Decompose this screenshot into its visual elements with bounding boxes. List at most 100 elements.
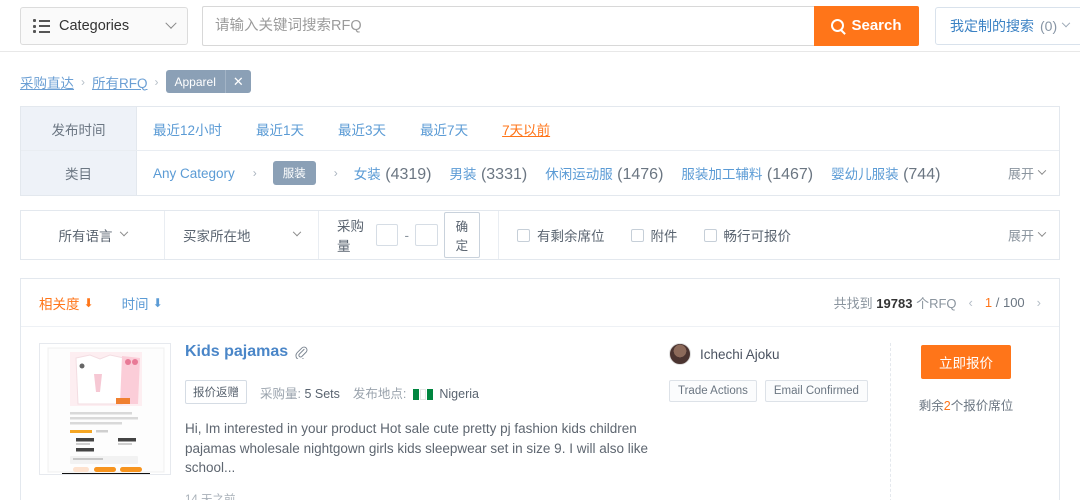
checkbox-box[interactable]	[703, 228, 717, 242]
breadcrumb-item-home[interactable]: 采购直达	[20, 72, 74, 92]
category-item-mens[interactable]: 男装 (3331)	[450, 163, 528, 184]
rfq-origin-value: Nigeria	[439, 386, 479, 401]
category-item-label[interactable]: 女装	[354, 167, 381, 182]
category-item-label[interactable]: 服装加工辅料	[681, 167, 762, 182]
controls-expand-label: 展开	[1007, 228, 1034, 244]
checkbox-box[interactable]	[630, 228, 644, 242]
avatar	[669, 343, 691, 365]
time-option-7d[interactable]: 最近7天	[420, 119, 468, 139]
pagination-prev-button[interactable]: ‹	[969, 295, 973, 310]
chevron-down-icon	[292, 227, 302, 237]
categories-dropdown-button[interactable]: Categories	[20, 6, 188, 45]
language-dropdown[interactable]: 所有语言	[21, 211, 165, 259]
category-item-sportswear[interactable]: 休闲运动服 (1476)	[545, 163, 663, 184]
rfq-details: Kids pajamas 报价返赠 采购量: 5 Sets 发布地点: Nige…	[171, 343, 669, 500]
filter-label-publish-time: 发布时间	[21, 107, 137, 150]
sort-time[interactable]: 时间 ⬇	[122, 293, 163, 313]
sort-relevance[interactable]: 相关度 ⬇	[39, 293, 94, 313]
chevron-down-icon	[1037, 227, 1047, 237]
filter-panel: 发布时间 最近12小时 最近1天 最近3天 最近7天 7天以前 类目 Any C…	[20, 106, 1060, 196]
rfq-quantity-value: 5 Sets	[304, 386, 340, 401]
pagination-next-button[interactable]: ›	[1037, 295, 1041, 310]
custom-search-count: (0)	[1040, 17, 1058, 34]
checkbox-filters: 有剩余席位 附件 畅行可报价	[499, 211, 809, 259]
checkbox-quotable[interactable]: 畅行可报价	[703, 225, 791, 245]
time-option-1d[interactable]: 最近1天	[256, 119, 304, 139]
category-item-label[interactable]: 休闲运动服	[545, 167, 613, 182]
quantity-max-input[interactable]	[414, 224, 438, 246]
time-option-3d[interactable]: 最近3天	[338, 119, 386, 139]
quantity-confirm-button[interactable]: 确定	[443, 212, 480, 258]
category-item-label[interactable]: 男装	[450, 167, 477, 182]
close-icon[interactable]: ✕	[224, 70, 251, 93]
sort-relevance-label: 相关度	[39, 296, 80, 312]
breadcrumb-item-all-rfq[interactable]: 所有RFQ	[92, 72, 148, 92]
category-item-count: (1476)	[617, 165, 664, 183]
paperclip-icon	[295, 346, 308, 359]
publish-time-options: 最近12小时 最近1天 最近3天 最近7天 7天以前	[153, 119, 584, 139]
rfq-posted-ago: 14 天之前	[185, 493, 236, 500]
category-any[interactable]: Any Category	[153, 166, 235, 181]
time-option-12h[interactable]: 最近12小时	[153, 119, 222, 139]
buyer-badges: Trade Actions Email Confirmed	[669, 380, 878, 402]
buyer-info: Ichechi Ajoku Trade Actions Email Confir…	[669, 343, 891, 500]
time-option-older[interactable]: 7天以前	[502, 119, 550, 139]
checkbox-label: 附件	[650, 229, 678, 244]
slots-suffix: 个报价席位	[950, 399, 1014, 413]
purchase-quantity-filter: 采购量 - 确定	[319, 211, 499, 259]
category-item-accessories[interactable]: 服装加工辅料 (1467)	[681, 163, 813, 184]
category-options: Any Category › 服装 › 女装 (4319) 男装 (3331) …	[153, 161, 958, 185]
rfq-result-card: Kids pajamas 报价返赠 采购量: 5 Sets 发布地点: Nige…	[21, 327, 1059, 500]
breadcrumb-filter-tag: Apparel ✕	[165, 70, 251, 93]
checkbox-box[interactable]	[517, 228, 530, 242]
custom-search-label: 我定制的搜索	[950, 17, 1034, 34]
quantity-min-input[interactable]	[375, 224, 399, 246]
quote-now-button[interactable]: 立即报价	[921, 345, 1011, 379]
found-prefix: 共找到	[833, 296, 873, 311]
arrow-down-icon: ⬇	[83, 295, 94, 310]
nigeria-flag-icon	[412, 388, 433, 400]
category-selected-chip[interactable]: 服装	[272, 161, 316, 185]
controls-expand-button[interactable]: 展开	[1007, 226, 1047, 245]
sort-time-label: 时间	[121, 296, 149, 312]
rfq-thumbnail[interactable]	[39, 343, 171, 475]
chevron-down-icon	[1061, 18, 1071, 27]
category-expand-label: 展开	[1007, 166, 1034, 182]
checkbox-remaining-slots[interactable]: 有剩余席位	[517, 225, 605, 245]
slots-count: 2	[943, 399, 951, 413]
sort-options: 相关度 ⬇ 时间 ⬇	[39, 293, 163, 313]
secondary-filter-bar: 所有语言 买家所在地 采购量 - 确定 有剩余席位 附件 畅行可报价 展开	[20, 210, 1060, 260]
quantity-label: 采购量	[337, 219, 364, 254]
breadcrumb-tag-label: Apparel	[174, 74, 216, 89]
breadcrumb: 采购直达 › 所有RFQ › Apparel ✕	[0, 52, 1080, 93]
top-header: Categories Search 我定制的搜索 (0)	[0, 0, 1080, 52]
arrow-down-icon: ⬇	[152, 295, 163, 310]
category-item-womens[interactable]: 女装 (4319)	[354, 163, 432, 184]
badge-email-confirmed: Email Confirmed	[764, 380, 868, 402]
search-button-label: Search	[851, 17, 902, 34]
search-input[interactable]	[202, 5, 814, 46]
search-button[interactable]: Search	[814, 5, 919, 46]
category-item-count: (744)	[903, 165, 941, 183]
chevron-down-icon	[119, 227, 128, 237]
category-item-label[interactable]: 婴幼儿服装	[831, 167, 899, 182]
list-icon	[33, 19, 50, 33]
pagination-current-page: 1	[984, 295, 993, 310]
slots-prefix: 剩余	[918, 399, 944, 413]
product-screenshot-image	[40, 344, 170, 474]
rfq-title-link[interactable]: Kids pajamas	[185, 343, 308, 361]
filter-row-category: 类目 Any Category › 服装 › 女装 (4319) 男装 (333…	[21, 151, 1059, 195]
category-item-count: (4319)	[385, 165, 432, 183]
checkbox-attachment[interactable]: 附件	[630, 225, 678, 245]
results-count-text: 共找到 19783 个RFQ	[834, 293, 957, 312]
breadcrumb-separator: ›	[154, 74, 159, 89]
category-arrow-icon: ›	[333, 166, 338, 180]
buyer-location-dropdown[interactable]: 买家所在地	[165, 211, 319, 259]
my-custom-search-dropdown[interactable]: 我定制的搜索 (0)	[935, 6, 1080, 45]
chevron-down-icon	[1037, 165, 1047, 175]
found-count: 19783	[876, 296, 913, 311]
rfq-quantity: 采购量: 5 Sets	[260, 383, 340, 402]
category-item-baby[interactable]: 婴幼儿服装 (744)	[831, 163, 940, 184]
category-expand-button[interactable]: 展开	[1007, 164, 1047, 183]
category-arrow-icon: ›	[252, 166, 257, 180]
